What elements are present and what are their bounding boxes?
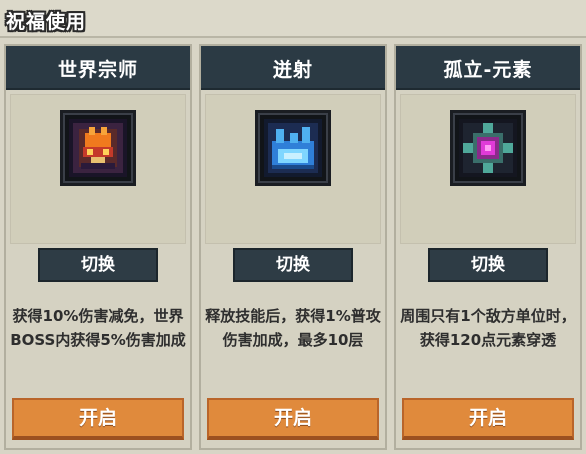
open-button[interactable]: 开启 [12, 398, 184, 440]
card-header: 孤立-元素 [396, 46, 580, 90]
card-description: 周围只有1个敌方单位时，获得120点元素穿透 [400, 307, 576, 349]
switch-button[interactable]: 切换 [428, 248, 548, 282]
card-header: 世界宗师 [6, 46, 190, 90]
blessing-card-burst: 迸射 切换 释放技能后，获得1%普攻伤害加成，最多10层 开启 [199, 44, 387, 450]
blessing-card-isolated-element: 孤立-元素 切换 周围只有1个敌方单位时，获得120点元素穿透 开启 [394, 44, 582, 450]
panel-header: 祝福使用 [0, 0, 586, 38]
card-description: 获得10%伤害减免，世界BOSS内获得5%伤害加成 [10, 307, 186, 349]
switch-button[interactable]: 切换 [233, 248, 353, 282]
card-title: 世界宗师 [57, 59, 138, 81]
blessing-card-master: 世界宗师 切换 获得10%伤害减免，世界BOSS内获得5%伤害加成 开启 [4, 44, 192, 450]
switch-button[interactable]: 切换 [38, 248, 158, 282]
master-flame-icon [60, 110, 136, 186]
card-header: 迸射 [201, 46, 385, 90]
blessing-panel: 祝福使用 世界宗师 切换 获得10%伤害减免，世界BOSS内获得5%伤害加成 开… [0, 0, 586, 454]
burst-crystal-icon [255, 110, 331, 186]
card-title: 孤立-元素 [443, 59, 533, 81]
card-title: 迸射 [272, 59, 313, 81]
card-description: 释放技能后，获得1%普攻伤害加成，最多10层 [205, 307, 381, 349]
isolated-element-orb-icon [450, 110, 526, 186]
open-button[interactable]: 开启 [207, 398, 379, 440]
open-button[interactable]: 开启 [402, 398, 574, 440]
panel-title: 祝福使用 [6, 11, 87, 33]
